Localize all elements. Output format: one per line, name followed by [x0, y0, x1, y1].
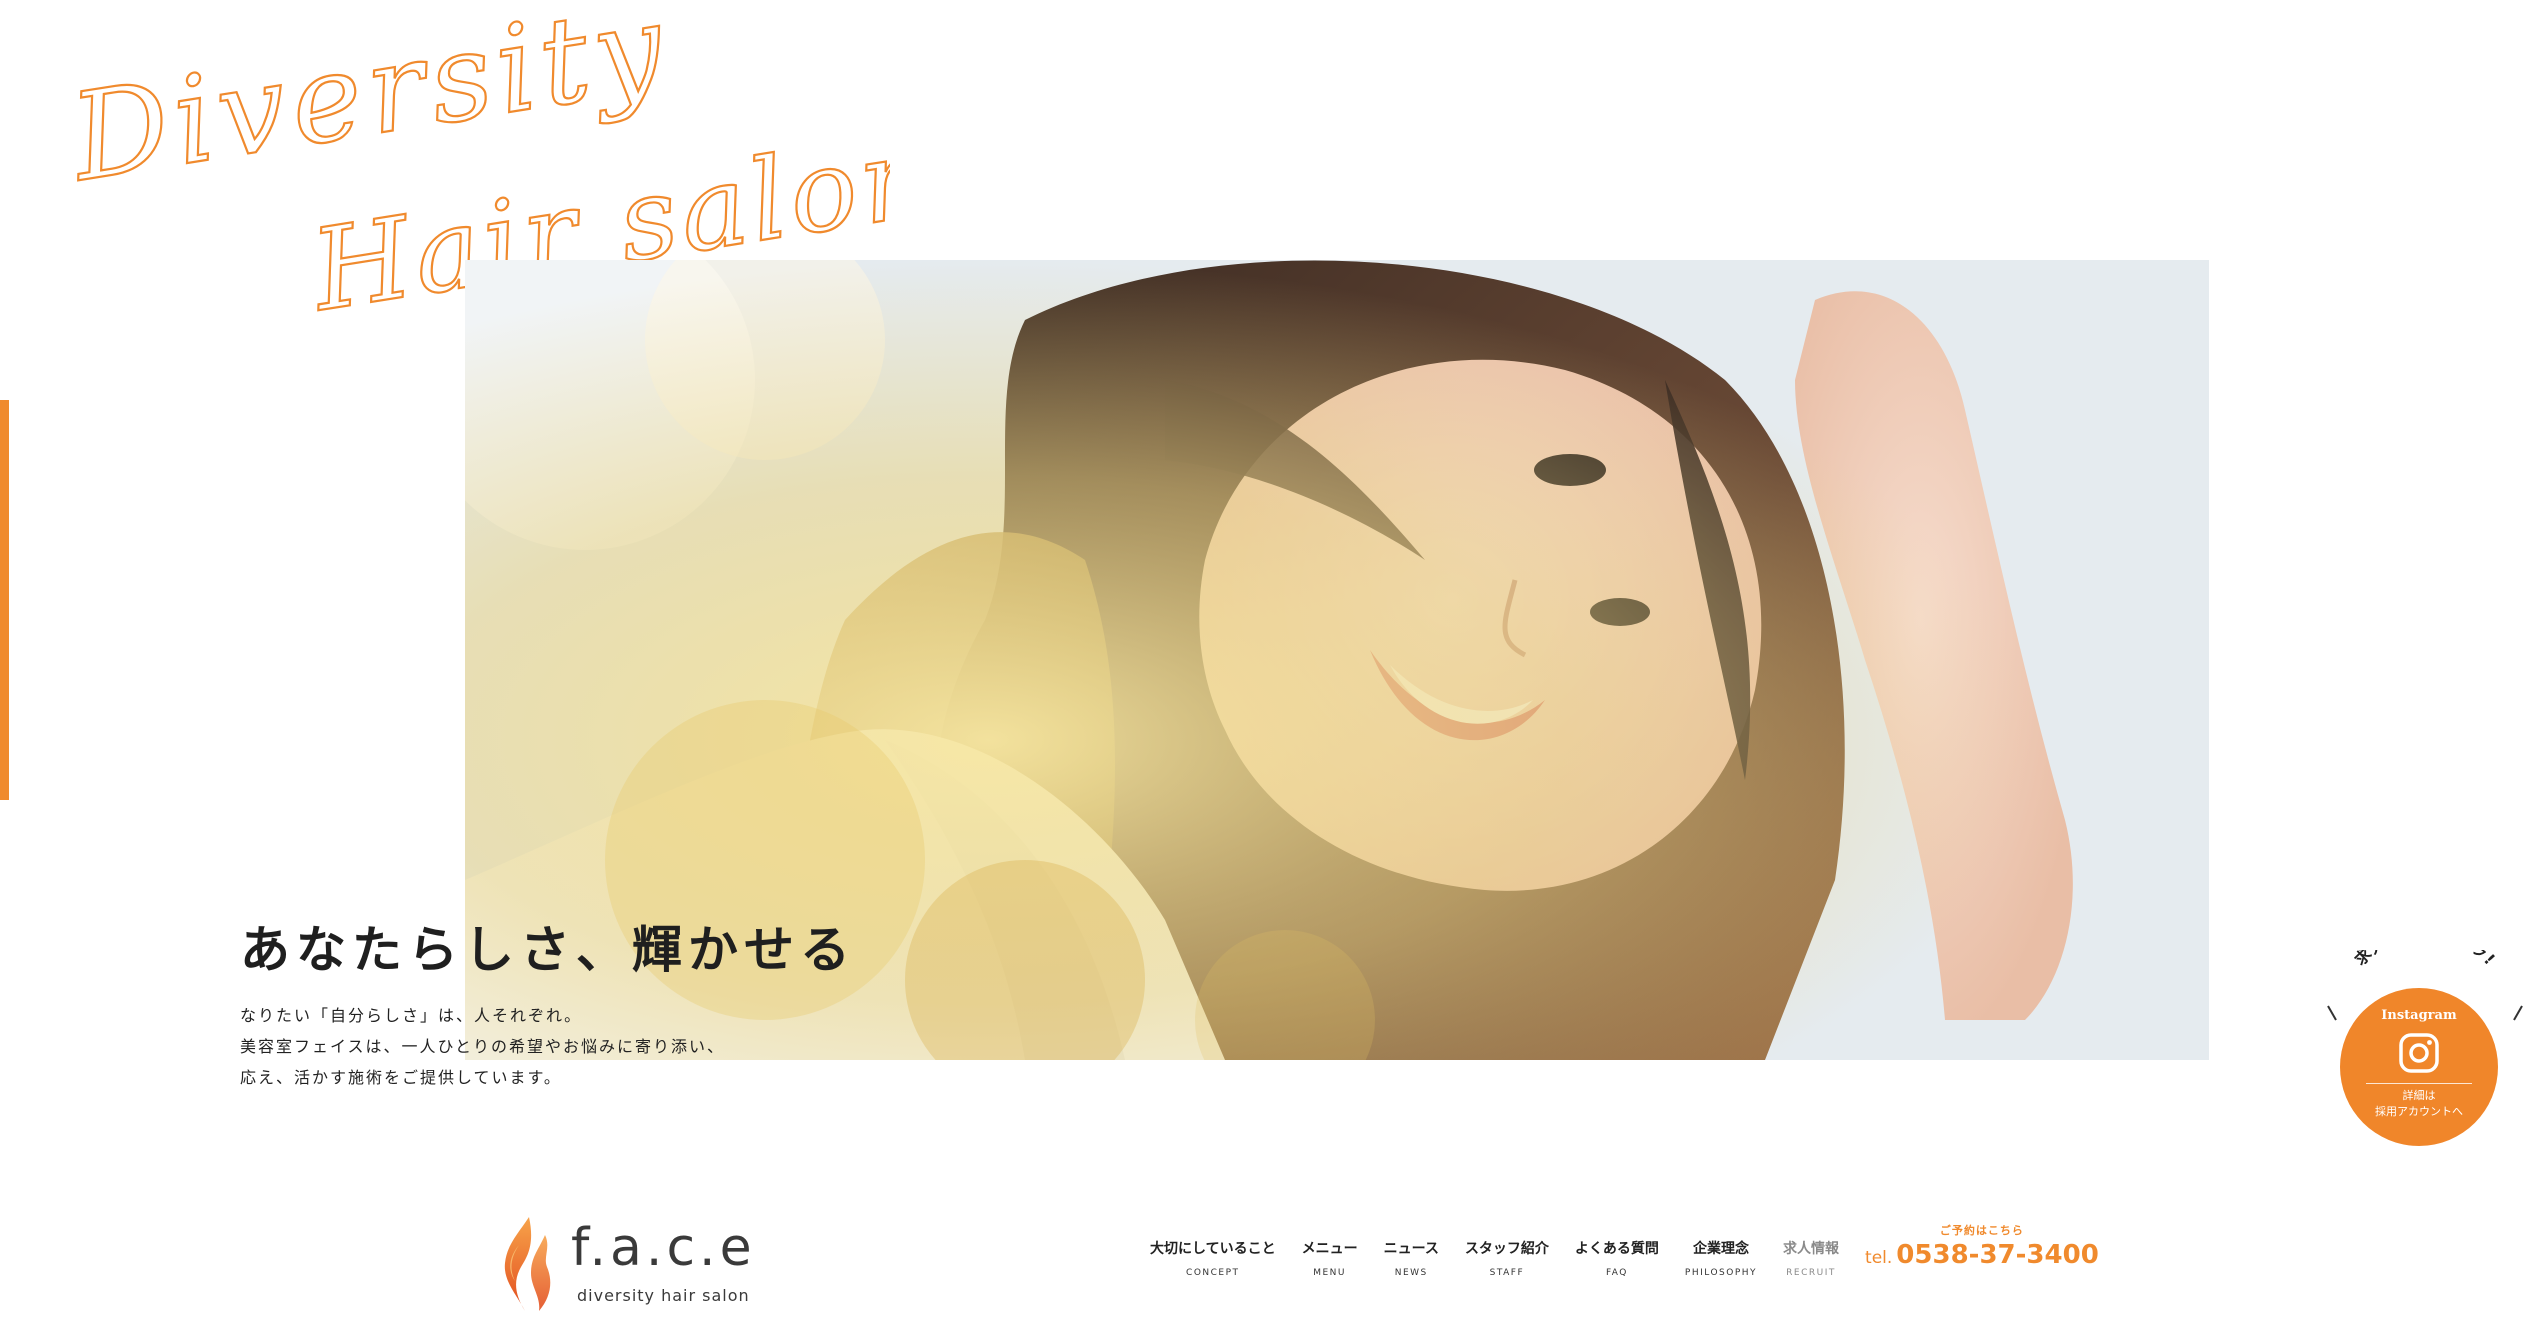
nav-label: 求人情報: [1783, 1241, 1840, 1257]
phone-number: tel. 0538-37-3400: [1865, 1240, 2099, 1270]
instagram-icon: [2399, 1033, 2439, 1073]
site-logo[interactable]: f.a.c.e diversity hair salon: [495, 1210, 755, 1320]
nav-sublabel: STAFF: [1489, 1268, 1525, 1278]
body-line-2: 美容室フェイスは、一人ひとりの希望やお悩みに寄り添い、: [240, 1037, 726, 1056]
nav-label: 大切にしていること: [1150, 1241, 1276, 1257]
nav-label: スタッフ紹介: [1464, 1241, 1549, 1257]
nav-sublabel: RECRUIT: [1786, 1268, 1836, 1278]
recruit-circle[interactable]: Instagram 詳細は 採用アカウントへ: [2340, 988, 2498, 1146]
nav-sublabel: PHILOSOPHY: [1684, 1268, 1758, 1278]
side-accent-bar: [0, 400, 9, 800]
body-line-1: なりたい「自分らしさ」は、人それぞれ。: [240, 1006, 583, 1025]
flame-logo-icon: [504, 1217, 551, 1311]
recruit-detail-line-1: 詳細は: [2402, 1089, 2436, 1102]
nav-item-staff[interactable]: スタッフ紹介 STAFF: [1465, 1238, 1549, 1278]
body-line-3: 応え、活かす施術をご提供しています。: [240, 1068, 562, 1087]
hero-headline: あなたらしさ、輝かせる: [240, 921, 856, 979]
badge-divider: [2366, 1083, 2472, 1084]
reservation-phone-link[interactable]: ご予約はこちら tel. 0538-37-3400: [1865, 1222, 2099, 1270]
nav-sublabel: MENU: [1313, 1268, 1346, 1278]
nav-label: 企業理念: [1692, 1241, 1749, 1257]
nav-sublabel: FAQ: [1605, 1268, 1628, 1278]
page: Diversity Hair salon あなたらしさ、輝かせる なりたい「自分…: [0, 0, 2544, 1326]
hero-body-copy: なりたい「自分らしさ」は、人それぞれ。 美容室フェイスは、一人ひとりの希望やお悩…: [240, 1000, 725, 1093]
instagram-label: Instagram: [2381, 1008, 2457, 1023]
svg-text:求人情報はコチラ!: 求人情報はコチラ!: [2351, 950, 2500, 969]
reservation-lead: ご予約はこちら: [1939, 1224, 2024, 1237]
recruit-arc-text: 求人情報はコチラ!: [2351, 950, 2499, 969]
tel-number: 0538-37-3400: [1896, 1240, 2099, 1270]
global-nav: 大切にしていること CONCEPT メニュー MENU ニュース NEWS スタ…: [1150, 1224, 2099, 1278]
nav-item-menu[interactable]: メニュー MENU: [1302, 1238, 1358, 1278]
nav-label: メニュー: [1301, 1241, 1358, 1257]
recruit-detail-line-2: 採用アカウントへ: [2375, 1105, 2463, 1118]
nav-item-faq[interactable]: よくある質問 FAQ: [1575, 1238, 1659, 1278]
nav-item-recruit[interactable]: 求人情報 RECRUIT: [1783, 1238, 1839, 1278]
nav-label: よくある質問: [1574, 1241, 1659, 1257]
nav-label: ニュース: [1383, 1241, 1439, 1257]
nav-item-news[interactable]: ニュース NEWS: [1384, 1238, 1439, 1278]
nav-sublabel: NEWS: [1394, 1268, 1428, 1278]
instagram-recruit-badge[interactable]: 求人情報はコチラ! Instagram 詳細は 採用アカウントへ: [2320, 950, 2530, 1150]
logo-tagline: diversity hair salon: [577, 1286, 750, 1305]
nav-item-philosophy[interactable]: 企業理念 PHILOSOPHY: [1685, 1238, 1757, 1278]
tel-prefix: tel.: [1865, 1248, 1893, 1268]
nav-item-concept[interactable]: 大切にしていること CONCEPT: [1150, 1238, 1276, 1278]
logo-name: f.a.c.e: [571, 1218, 756, 1278]
nav-sublabel: CONCEPT: [1186, 1268, 1240, 1278]
